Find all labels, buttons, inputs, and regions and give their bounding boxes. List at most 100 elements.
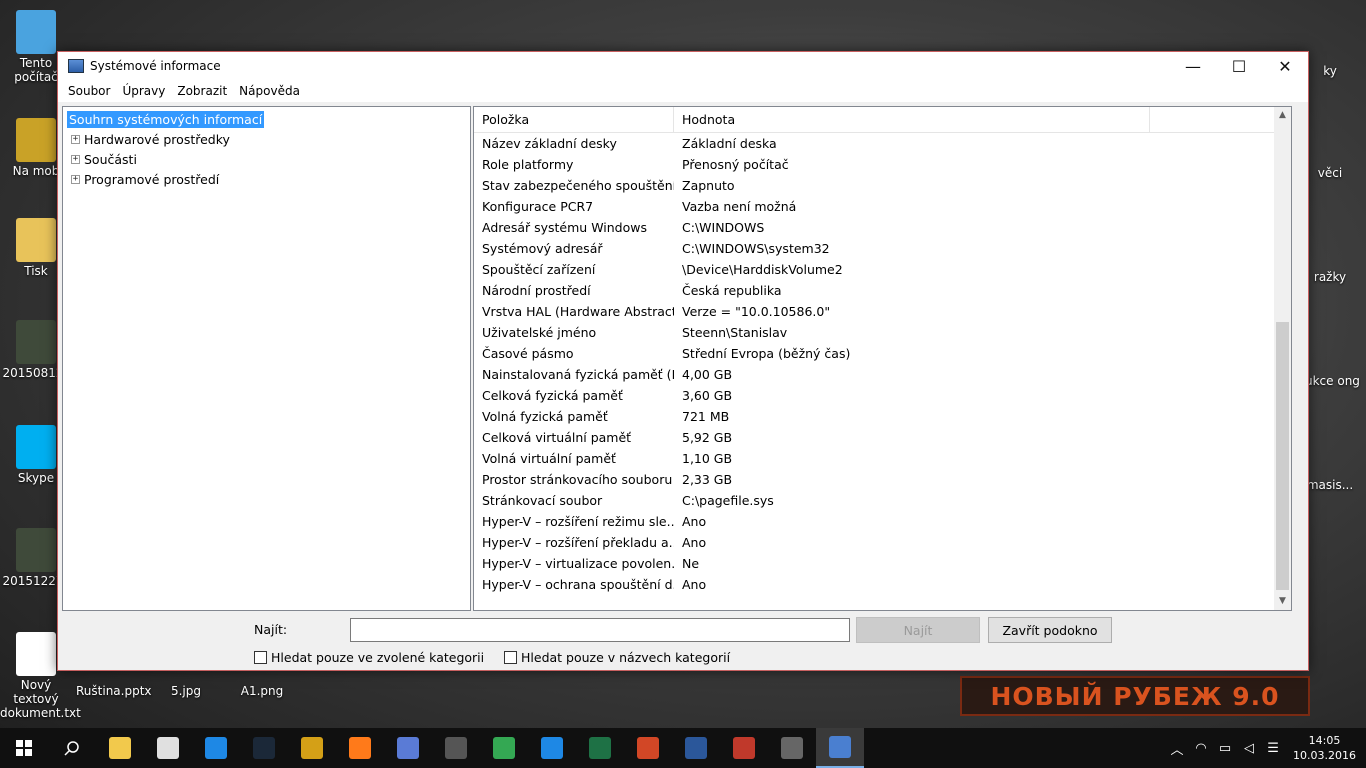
minimize-button[interactable]: —	[1170, 52, 1216, 80]
scrollbar-thumb[interactable]	[1276, 322, 1289, 590]
table-row[interactable]: Vrstva HAL (Hardware Abstracti... Verze =…	[474, 301, 1274, 322]
edge-icon	[205, 737, 227, 759]
scroll-down-arrow-icon[interactable]: ▼	[1274, 593, 1291, 610]
table-row[interactable]: Konfigurace PCR7 Vazba není možná	[474, 196, 1274, 217]
cell-value: 1,10 GB	[682, 451, 733, 466]
battery-icon[interactable]: ▭	[1213, 741, 1237, 756]
table-row[interactable]: Stránkovací soubor C:\pagefile.sys	[474, 490, 1274, 511]
scroll-up-arrow-icon[interactable]: ▲	[1274, 107, 1291, 124]
expand-plus-icon[interactable]: +	[71, 134, 80, 144]
desktop-icon[interactable]: A1.png	[226, 684, 298, 698]
clock[interactable]: 14:05 10.03.2016	[1285, 733, 1366, 763]
search-button[interactable]	[48, 728, 96, 768]
expand-plus-icon[interactable]: +	[71, 174, 80, 184]
find-button[interactable]: Najít	[856, 617, 980, 643]
table-row[interactable]: Celková virtuální paměť 5,92 GB	[474, 427, 1274, 448]
taskbar-network-app[interactable]	[528, 728, 576, 768]
taskbar-game-app[interactable]	[720, 728, 768, 768]
table-row[interactable]: Celková fyzická paměť 3,60 GB	[474, 385, 1274, 406]
taskbar-powerpoint[interactable]	[624, 728, 672, 768]
taskbar-word[interactable]	[672, 728, 720, 768]
desktop-icon[interactable]: ražky	[1300, 270, 1360, 284]
tree-item[interactable]: + Hardwarové prostředky	[63, 129, 470, 149]
taskbar-system-information[interactable]	[816, 728, 864, 768]
firefox-icon	[349, 737, 371, 759]
taskbar-world-of-tanks[interactable]	[768, 728, 816, 768]
taskbar-steam[interactable]	[240, 728, 288, 768]
notification-icon[interactable]: ☰	[1261, 741, 1285, 756]
taskbar-file-explorer[interactable]	[96, 728, 144, 768]
cell-value: Ano	[682, 535, 707, 550]
table-row[interactable]: Prostor stránkovacího souboru 2,33 GB	[474, 469, 1274, 490]
menu-view[interactable]: Zobrazit	[171, 84, 233, 98]
menu-file[interactable]: Soubor	[62, 84, 116, 98]
close-pane-button[interactable]: Zavřít podokno	[988, 617, 1112, 643]
desktop-icon[interactable]: masis...	[1300, 478, 1360, 492]
chevron-up-icon[interactable]: ︿	[1165, 739, 1189, 758]
table-row[interactable]: Nainstalovaná fyzická paměť (R... 4,00 GB	[474, 364, 1274, 385]
table-row[interactable]: Stav zabezpečeného spouštění Zapnuto	[474, 175, 1274, 196]
table-row[interactable]: Hyper-V – ochrana spouštění d... Ano	[474, 574, 1274, 595]
vertical-scrollbar[interactable]: ▲ ▼	[1274, 107, 1291, 610]
table-row[interactable]: Volná virtuální paměť 1,10 GB	[474, 448, 1274, 469]
cell-item: Stav zabezpečeného spouštění	[482, 178, 674, 193]
desktop-icon[interactable]: rukce ong	[1300, 374, 1360, 388]
cell-item: Hyper-V – virtualizace povolen...	[482, 556, 674, 571]
tree-item[interactable]: Souhrn systémových informací	[63, 109, 470, 129]
column-header-item[interactable]: Položka	[474, 107, 674, 132]
table-row[interactable]: Hyper-V – rozšíření režimu sle... Ano	[474, 511, 1274, 532]
start-button[interactable]	[0, 728, 48, 768]
find-input[interactable]	[350, 618, 850, 642]
windows-logo-icon	[16, 740, 32, 756]
taskbar-firefox[interactable]	[336, 728, 384, 768]
desktop-icon-image	[16, 528, 56, 572]
desktop-icon[interactable]: Ruština.pptx	[76, 684, 152, 698]
tree-item[interactable]: + Programové prostředí	[63, 169, 470, 189]
menu-help[interactable]: Nápověda	[233, 84, 306, 98]
close-button[interactable]: ✕	[1262, 52, 1308, 80]
checkbox-box[interactable]	[504, 651, 517, 664]
expand-plus-icon[interactable]: +	[71, 154, 80, 164]
desktop-icon[interactable]: věci	[1300, 166, 1360, 180]
taskbar-nfs[interactable]	[432, 728, 480, 768]
volume-icon[interactable]: ◁	[1237, 741, 1261, 756]
cell-value: Verze = "10.0.10586.0"	[682, 304, 831, 319]
cell-value: 721 MB	[682, 409, 730, 424]
taskbar-edge[interactable]	[192, 728, 240, 768]
taskbar-paint[interactable]	[144, 728, 192, 768]
checkbox-selected-category[interactable]: Hledat pouze ve zvolené kategorii	[254, 650, 484, 665]
wifi-icon[interactable]: ◠	[1189, 741, 1213, 756]
details-grid[interactable]: Položka Hodnota Název základní desky Zákl…	[473, 106, 1292, 611]
table-row[interactable]: Hyper-V – virtualizace povolen... Ne	[474, 553, 1274, 574]
table-row[interactable]: Časové pásmo Střední Evropa (běžný čas)	[474, 343, 1274, 364]
tree-item[interactable]: + Součásti	[63, 149, 470, 169]
taskbar-star-app[interactable]	[384, 728, 432, 768]
table-row[interactable]: Role platformy Přenosný počítač	[474, 154, 1274, 175]
taskbar-excel[interactable]	[576, 728, 624, 768]
game-banner: НОВЫЙ РУБЕЖ 9.0	[960, 676, 1310, 716]
table-row[interactable]: Národní prostředí Česká republika	[474, 280, 1274, 301]
table-row[interactable]: Název základní desky Základní deska	[474, 133, 1274, 154]
menu-edit[interactable]: Úpravy	[116, 84, 171, 98]
table-row[interactable]: Adresář systému Windows C:\WINDOWS	[474, 217, 1274, 238]
cell-item: Adresář systému Windows	[482, 220, 647, 235]
table-row[interactable]: Spouštěcí zařízení \Device\HarddiskVolume…	[474, 259, 1274, 280]
title-bar[interactable]: Systémové informace — ☐ ✕	[58, 52, 1308, 80]
taskbar-chrome[interactable]	[480, 728, 528, 768]
checkbox-box[interactable]	[254, 651, 267, 664]
table-row[interactable]: Systémový adresář C:\WINDOWS\system32	[474, 238, 1274, 259]
category-tree[interactable]: Souhrn systémových informací + Hardwarové …	[62, 106, 471, 611]
taskbar-app-gold[interactable]	[288, 728, 336, 768]
column-header-value[interactable]: Hodnota	[674, 107, 1150, 132]
desktop-icon[interactable]: 5.jpg	[150, 684, 222, 698]
table-row[interactable]: Volná fyzická paměť 721 MB	[474, 406, 1274, 427]
checkbox-category-names[interactable]: Hledat pouze v názvech kategorií	[504, 650, 730, 665]
window-title: Systémové informace	[90, 59, 221, 73]
maximize-button[interactable]: ☐	[1216, 52, 1262, 80]
desktop-icon[interactable]: ky	[1300, 64, 1360, 78]
cell-value: \Device\HarddiskVolume2	[682, 262, 843, 277]
table-row[interactable]: Hyper-V – rozšíření překladu a... Ano	[474, 532, 1274, 553]
table-row[interactable]: Uživatelské jméno Steenn\Stanislav	[474, 322, 1274, 343]
checkbox-label: Hledat pouze ve zvolené kategorii	[271, 650, 485, 665]
cell-item: Volná fyzická paměť	[482, 409, 608, 424]
